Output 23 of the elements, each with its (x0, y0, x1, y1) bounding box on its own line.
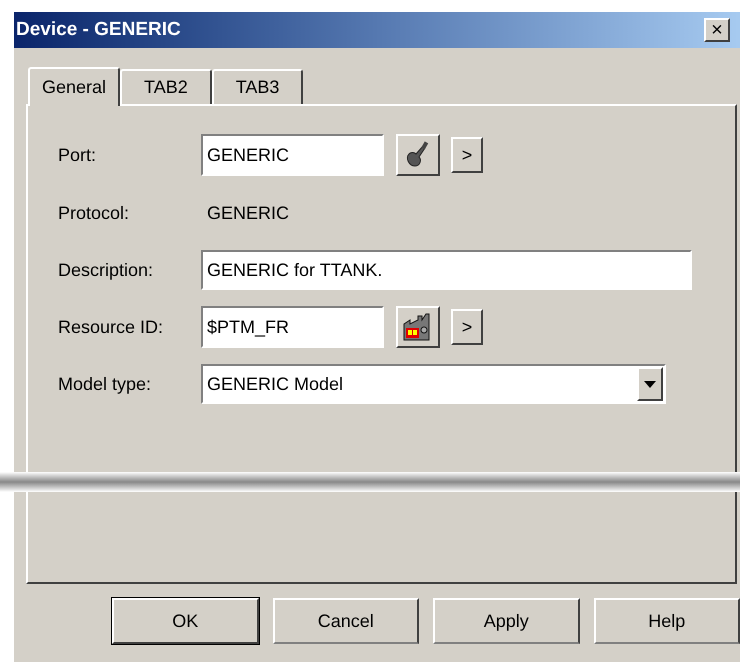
protocol-value: GENERIC (206, 202, 290, 224)
more-button[interactable]: > (451, 309, 483, 345)
text-field[interactable]: GENERIC (201, 134, 384, 176)
dialog-button[interactable]: Apply (433, 598, 580, 644)
dialog-button[interactable]: Cancel (272, 598, 419, 644)
field-label: Protocol: (58, 202, 130, 224)
browse-button[interactable] (396, 306, 440, 348)
dialog-button[interactable]: Help (594, 598, 740, 644)
field-label: Model type: (58, 372, 152, 396)
field-label: Resource ID: (58, 316, 164, 338)
field-label: Port: (58, 144, 98, 166)
browse-button[interactable] (396, 134, 440, 176)
window-title: Device - GENERIC (16, 18, 181, 42)
close-button[interactable]: × (704, 18, 730, 42)
tab[interactable]: TAB2 (120, 69, 212, 104)
field-label: Description: (58, 258, 154, 282)
more-button[interactable]: > (451, 137, 483, 173)
text-field[interactable]: $PTM_FR (201, 306, 384, 348)
text-field[interactable]: GENERIC for TTANK. (201, 250, 692, 290)
tab[interactable]: TAB3 (212, 69, 304, 104)
dropdown[interactable]: GENERIC Model (201, 364, 666, 404)
dialog-button[interactable]: OK (112, 598, 258, 644)
tab[interactable]: General (28, 67, 120, 106)
